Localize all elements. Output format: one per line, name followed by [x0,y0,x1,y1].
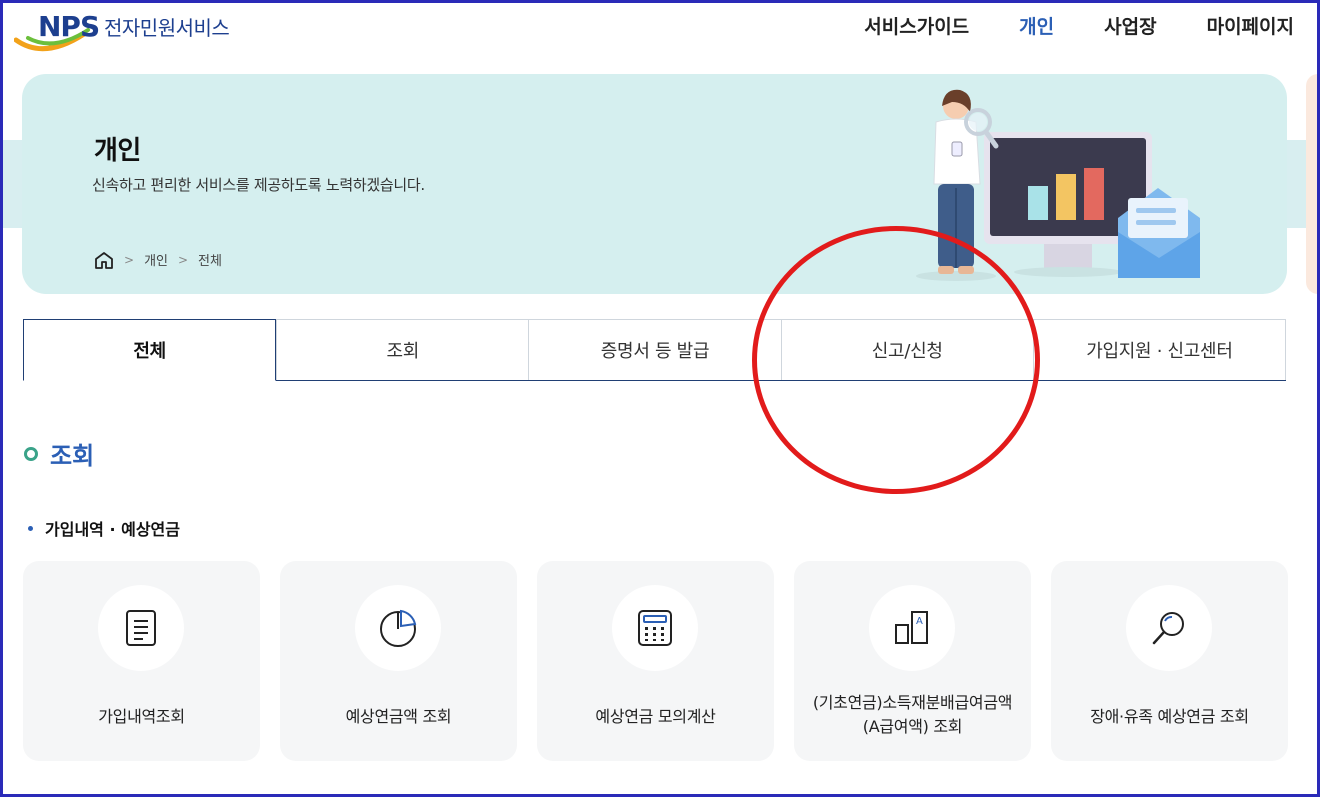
category-tabs: 전체 조회 증명서 등 발급 신고/신청 가입지원 · 신고센터 [23,319,1287,381]
logo-title: 전자민원서비스 [104,15,230,40]
card-label: 예상연금 모의계산 [595,707,716,726]
subsection-title: 가입내역 · 예상연금 [28,516,180,540]
pie-chart-icon [355,585,441,671]
annotation-circle [752,226,1040,494]
tab-all[interactable]: 전체 [23,319,277,381]
section-title: 조회 [24,436,94,471]
tab-certificate[interactable]: 증명서 등 발급 [528,320,781,380]
nav-business[interactable]: 사업장 [1104,12,1156,39]
card-basic-pension-a-amount[interactable]: A (기초연금)소득재분배급여금액(A급여액) 조회 [794,561,1031,761]
chevron-right-icon: > [124,252,135,267]
section-bullet-icon [24,446,38,461]
magnifier-icon [1126,585,1212,671]
tab-inquiry[interactable]: 조회 [276,320,529,380]
side-decoration [1306,74,1320,294]
document-icon [98,585,184,671]
logo-mark: NPS [14,8,106,56]
nav-mypage[interactable]: 마이페이지 [1207,12,1294,39]
svg-text:A: A [916,616,923,627]
home-icon[interactable] [94,251,114,269]
nav-service-guide[interactable]: 서비스가이드 [864,12,969,39]
chevron-right-icon: > [177,252,189,267]
card-label: 가입내역조회 [98,707,185,726]
breadcrumb-item-personal[interactable]: 개인 [144,250,168,269]
bullet-icon [28,525,33,531]
tab-support-center[interactable]: 가입지원 · 신고센터 [1032,320,1287,380]
page-title: 개인 [94,136,141,166]
page-subtitle: 신속하고 편리한 서비스를 제공하도록 노력하겠습니다. [92,176,425,194]
card-label: 장애·유족 예상연금 조회 [1090,707,1249,726]
logo-text: NPS [38,10,100,43]
card-label: (기초연금)소득재분배급여금액(A급여액) 조회 [812,693,1013,736]
subsection-title-text: 가입내역 · 예상연금 [45,520,180,539]
nps-logo[interactable]: NPS 전자민원서비스 [14,8,230,56]
section-title-text: 조회 [50,442,95,470]
card-pension-calculator[interactable]: 예상연금 모의계산 [537,561,774,761]
breadcrumb-item-all: 전체 [198,254,222,269]
card-disability-survivor-pension[interactable]: 장애·유족 예상연금 조회 [1051,561,1288,761]
nav-personal[interactable]: 개인 [1019,12,1054,39]
buildings-icon: A [869,585,955,671]
calculator-icon [612,585,698,671]
breadcrumb: > 개인 > 전체 [94,250,222,269]
main-nav: 서비스가이드 개인 사업장 마이페이지 [864,12,1294,39]
card-label: 예상연금액 조회 [345,707,452,726]
card-expected-pension[interactable]: 예상연금액 조회 [280,561,517,761]
service-cards: 가입내역조회 예상연금액 조회 예상연금 모의계산 A (기초연금)소득재분배급… [23,561,1288,761]
page-banner: 개인 신속하고 편리한 서비스를 제공하도록 노력하겠습니다. > 개인 > 전… [22,74,1287,294]
card-enrollment-inquiry[interactable]: 가입내역조회 [23,561,260,761]
